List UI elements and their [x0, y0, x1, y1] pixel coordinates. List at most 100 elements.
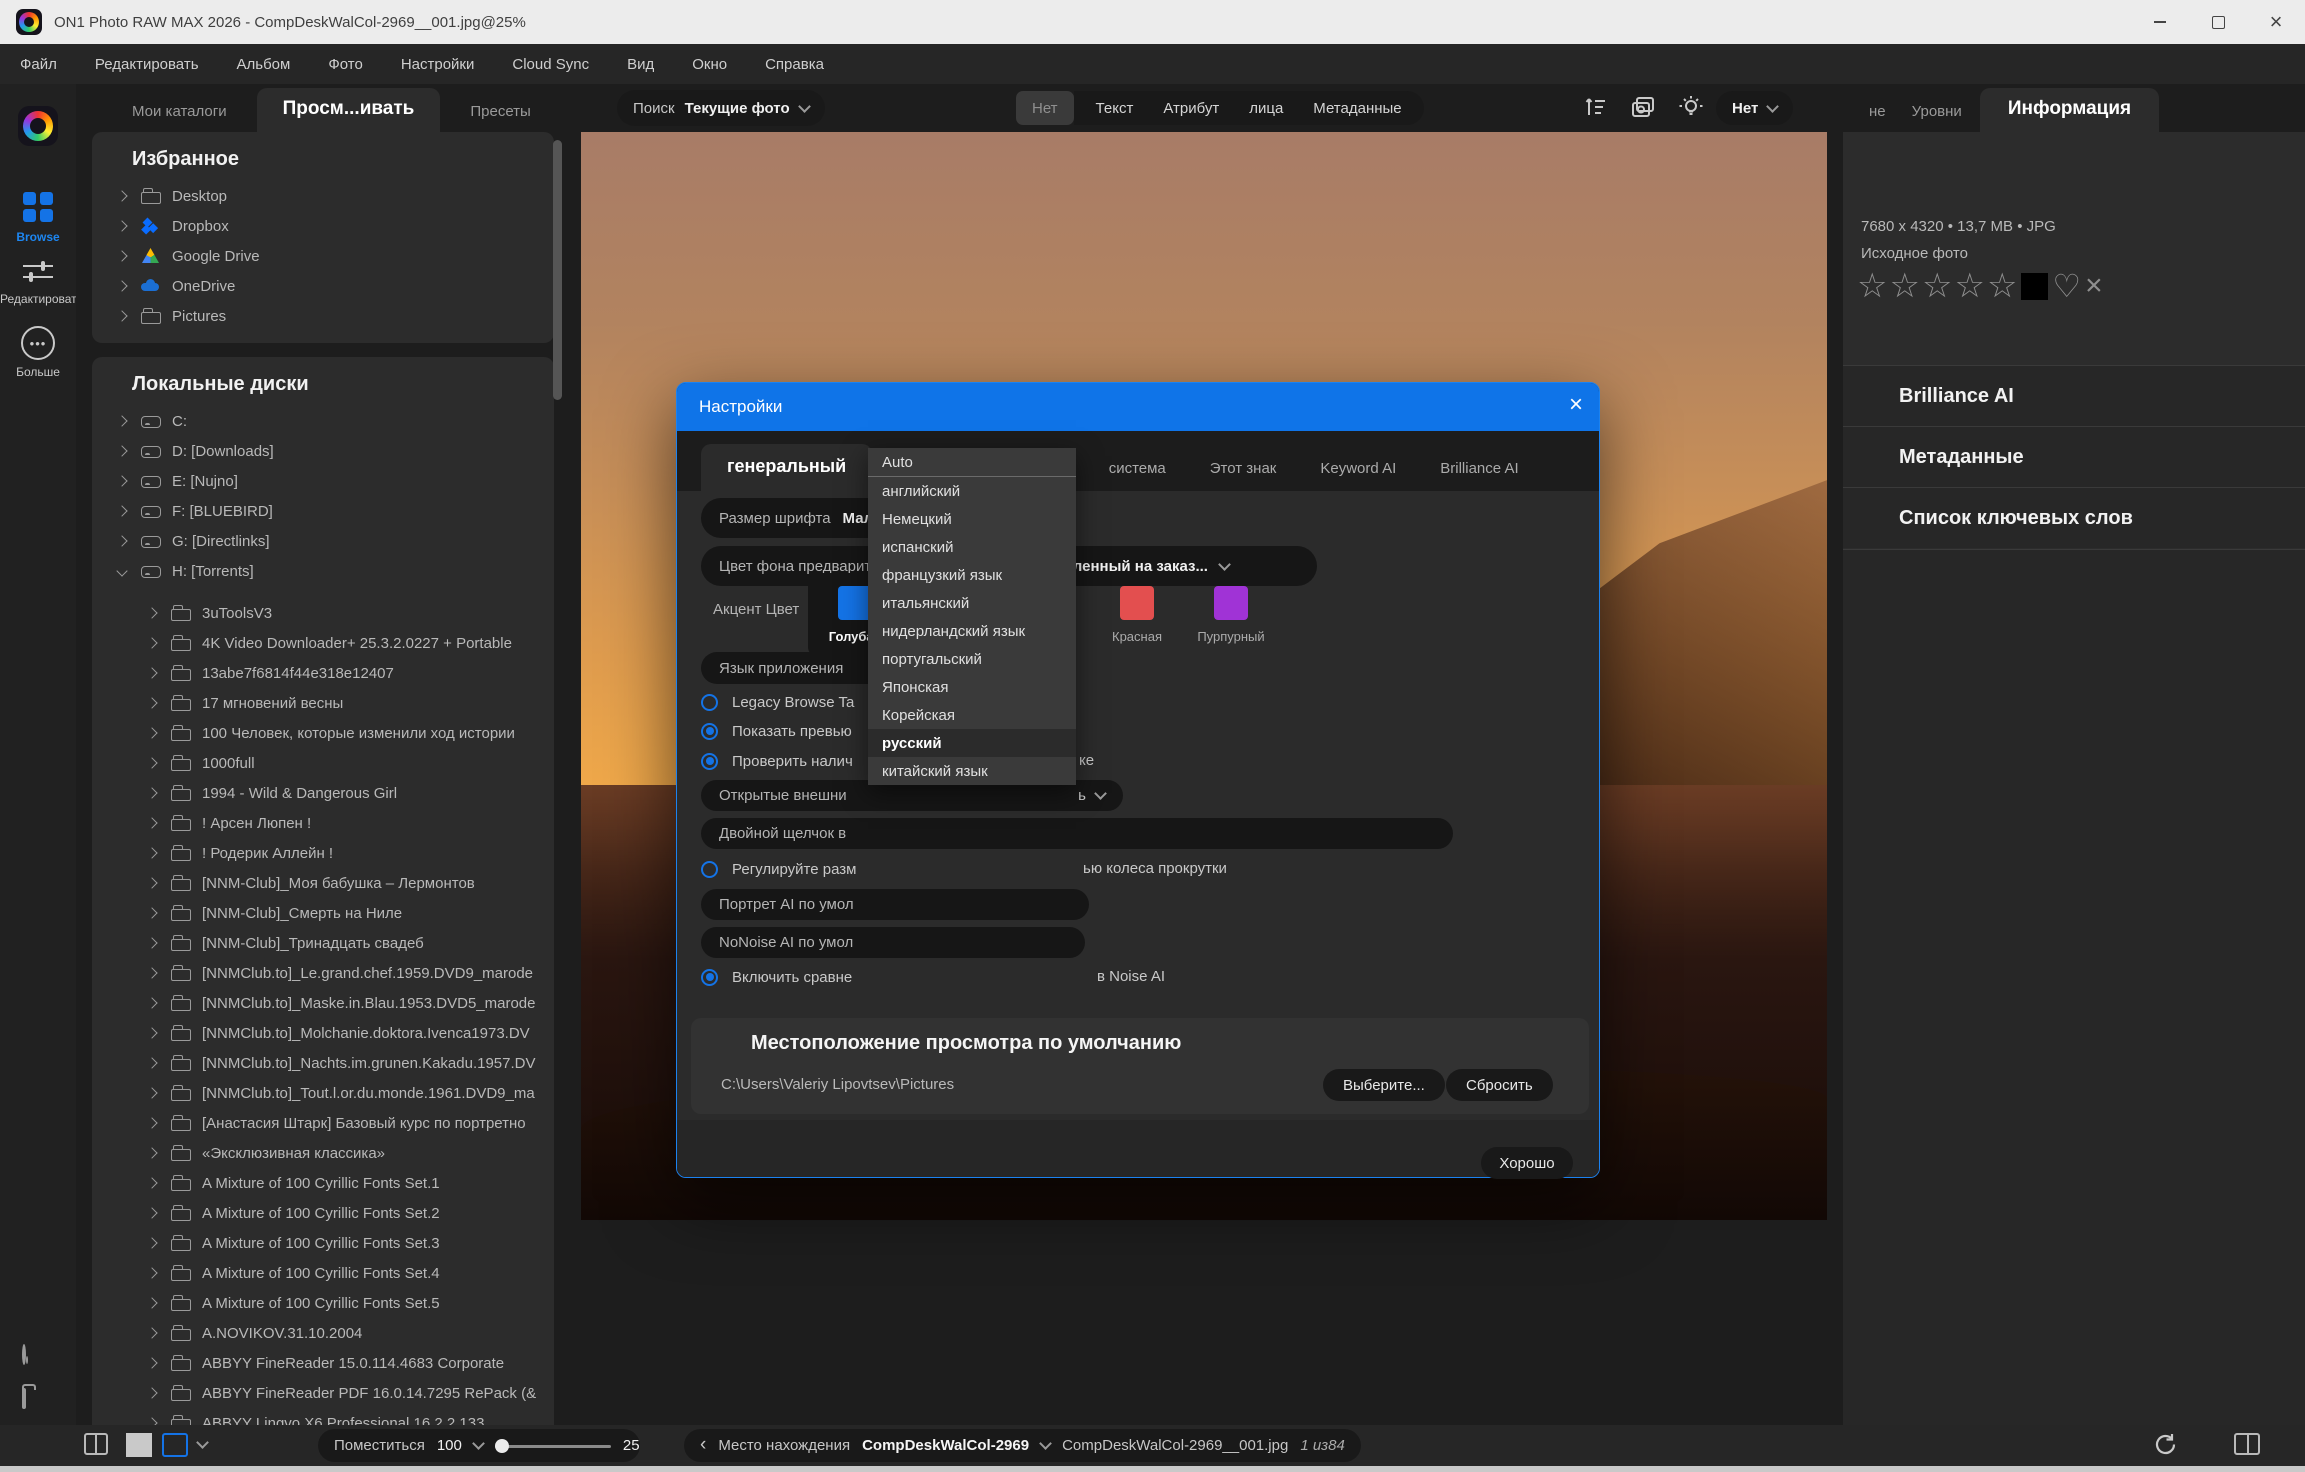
- chevron-right-icon[interactable]: [146, 667, 157, 678]
- menu-item[interactable]: Редактировать: [95, 56, 199, 73]
- disk-item[interactable]: F: [BLUEBIRD]: [92, 496, 554, 526]
- chevron-right-icon[interactable]: [146, 1147, 157, 1158]
- folder-item[interactable]: 1994 - Wild & Dangerous Girl: [92, 778, 554, 808]
- grid-view-icon[interactable]: [126, 1433, 152, 1457]
- folder-item[interactable]: 4K Video Downloader+ 25.3.2.0227 + Porta…: [92, 628, 554, 658]
- folder-item[interactable]: A Mixture of 100 Cyrillic Fonts Set.1: [92, 1168, 554, 1198]
- lightbulb-icon[interactable]: [1678, 94, 1704, 120]
- folder-item[interactable]: [NNM-Club]_Смерть на Ниле: [92, 898, 554, 928]
- single-view-icon[interactable]: [162, 1433, 188, 1457]
- filter-option[interactable]: Метаданные: [1313, 100, 1401, 117]
- view-chevron-icon[interactable]: [196, 1436, 209, 1449]
- browser-scrollbar[interactable]: [553, 140, 562, 400]
- menu-item[interactable]: Альбом: [237, 56, 291, 73]
- language-menu-item[interactable]: французкий язык: [868, 561, 1076, 589]
- chevron-right-icon[interactable]: [146, 1237, 157, 1248]
- tree-item[interactable]: Desktop: [92, 181, 554, 211]
- folder-item[interactable]: [NNMClub.to]_Le.grand.chef.1959.DVD9_mar…: [92, 958, 554, 988]
- filmstrip-toggle-icon[interactable]: [84, 1433, 108, 1455]
- language-menu-item[interactable]: Auto: [868, 448, 1076, 477]
- dialog-tab[interactable]: система: [1105, 448, 1170, 491]
- filter-option[interactable]: Атрибут: [1163, 100, 1219, 117]
- chevron-right-icon[interactable]: [146, 1207, 157, 1218]
- show-preview-radio[interactable]: Показать превью: [701, 719, 852, 743]
- chevron-right-icon[interactable]: [146, 1117, 157, 1128]
- color-label-swatch[interactable]: [2021, 273, 2048, 300]
- folder-item[interactable]: [NNM-Club]_Моя бабушка – Лермонтов: [92, 868, 554, 898]
- tree-item[interactable]: Pictures: [92, 301, 554, 331]
- disk-item[interactable]: E: [Nujno]: [92, 466, 554, 496]
- folder-item[interactable]: A Mixture of 100 Cyrillic Fonts Set.3: [92, 1228, 554, 1258]
- chevron-right-icon[interactable]: [146, 1297, 157, 1308]
- legacy-browse-radio[interactable]: Legacy Browse Ta: [701, 690, 854, 714]
- dialog-close-icon[interactable]: ×: [1569, 393, 1583, 417]
- folder-item[interactable]: [NNMClub.to]_Nachts.im.grunen.Kakadu.195…: [92, 1048, 554, 1078]
- language-menu-item[interactable]: испанский: [868, 533, 1076, 561]
- reject-icon[interactable]: ×: [2085, 269, 2105, 303]
- chevron-right-icon[interactable]: [146, 757, 157, 768]
- slider-thumb[interactable]: [495, 1439, 509, 1453]
- filter-none-chip[interactable]: Нет: [1016, 91, 1074, 125]
- browser-tab[interactable]: Пресеты: [448, 93, 552, 132]
- filter-option[interactable]: Текст: [1096, 100, 1134, 117]
- language-menu-item[interactable]: английский: [868, 477, 1076, 505]
- check-updates-radio[interactable]: Проверить налич: [701, 749, 853, 773]
- folder-item[interactable]: 3uToolsV3: [92, 598, 554, 628]
- folder-item[interactable]: A Mixture of 100 Cyrillic Fonts Set.4: [92, 1258, 554, 1288]
- sort-icon[interactable]: [1584, 95, 1608, 119]
- folder-item[interactable]: [NNM-Club]_Тринадцать свадеб: [92, 928, 554, 958]
- preview-mode-dropdown[interactable]: Нет: [1716, 91, 1793, 125]
- info-section-header[interactable]: Brilliance AI: [1843, 365, 2305, 426]
- info-section-header[interactable]: Метаданные: [1843, 426, 2305, 487]
- chevron-right-icon[interactable]: [146, 727, 157, 738]
- chevron-right-icon[interactable]: [146, 1057, 157, 1068]
- chevron-right-icon[interactable]: [116, 220, 127, 231]
- folder-item[interactable]: 1000full: [92, 748, 554, 778]
- folder-item[interactable]: 17 мгновений весны: [92, 688, 554, 718]
- chevron-right-icon[interactable]: [146, 847, 157, 858]
- chevron-right-icon[interactable]: [146, 997, 157, 1008]
- folder-item[interactable]: [NNMClub.to]_Molchanie.doktora.Ivenca197…: [92, 1018, 554, 1048]
- folder-item[interactable]: ABBYY FineReader PDF 16.0.14.7295 RePack…: [92, 1378, 554, 1408]
- folder-item[interactable]: 13abe7f6814f44e318e12407: [92, 658, 554, 688]
- star-icon[interactable]: ☆: [1987, 266, 2019, 306]
- zoom-control[interactable]: Поместиться 100 25: [318, 1429, 640, 1462]
- chevron-right-icon[interactable]: [146, 967, 157, 978]
- chevron-right-icon[interactable]: [116, 310, 127, 321]
- soft-proof-button[interactable]: [22, 1346, 26, 1363]
- star-icon[interactable]: ☆: [1954, 266, 1986, 306]
- chevron-right-icon[interactable]: [146, 1027, 157, 1038]
- dialog-tab[interactable]: генеральный: [701, 444, 872, 491]
- refresh-icon[interactable]: [2152, 1431, 2178, 1457]
- language-menu-item[interactable]: Японская: [868, 673, 1076, 701]
- info-tab[interactable]: Информация: [1980, 88, 2159, 132]
- disk-item[interactable]: H: [Torrents]: [92, 556, 554, 586]
- chevron-icon[interactable]: [116, 565, 127, 576]
- zoom-slider[interactable]: [495, 1439, 611, 1453]
- back-chevron-icon[interactable]: ‹: [700, 1434, 706, 1456]
- tree-item[interactable]: Dropbox: [92, 211, 554, 241]
- language-menu-item[interactable]: итальянский: [868, 589, 1076, 617]
- folder-item[interactable]: ABBYY Lingvo X6 Professional 16.2.2.133: [92, 1408, 554, 1425]
- dual-pane-icon[interactable]: [2234, 1433, 2260, 1455]
- tree-item[interactable]: OneDrive: [92, 271, 554, 301]
- chevron-right-icon[interactable]: [146, 877, 157, 888]
- chevron-right-icon[interactable]: [146, 787, 157, 798]
- language-menu-item[interactable]: китайский язык: [868, 757, 1076, 785]
- nonoise-ai-dropdown[interactable]: NoNoise AI по умол: [701, 927, 1085, 958]
- menu-item[interactable]: Файл: [20, 56, 57, 73]
- chevron-icon[interactable]: [116, 535, 127, 546]
- chevron-right-icon[interactable]: [146, 697, 157, 708]
- folder-item[interactable]: «Эксклюзивная классика»: [92, 1138, 554, 1168]
- chevron-right-icon[interactable]: [146, 1327, 157, 1338]
- folder-item[interactable]: ! Родерик Аллейн !: [92, 838, 554, 868]
- scroll-wheel-radio[interactable]: Регулируйте разм: [701, 857, 856, 881]
- info-tab[interactable]: не: [1861, 93, 1894, 132]
- dialog-tab[interactable]: Brilliance AI: [1436, 448, 1522, 491]
- disk-item[interactable]: D: [Downloads]: [92, 436, 554, 466]
- chevron-right-icon[interactable]: [146, 1357, 157, 1368]
- batch-settings-icon[interactable]: [1630, 95, 1656, 119]
- menu-item[interactable]: Настройки: [401, 56, 475, 73]
- folder-item[interactable]: ABBYY FineReader 15.0.114.4683 Corporate: [92, 1348, 554, 1378]
- heart-icon[interactable]: ♡: [2052, 267, 2083, 305]
